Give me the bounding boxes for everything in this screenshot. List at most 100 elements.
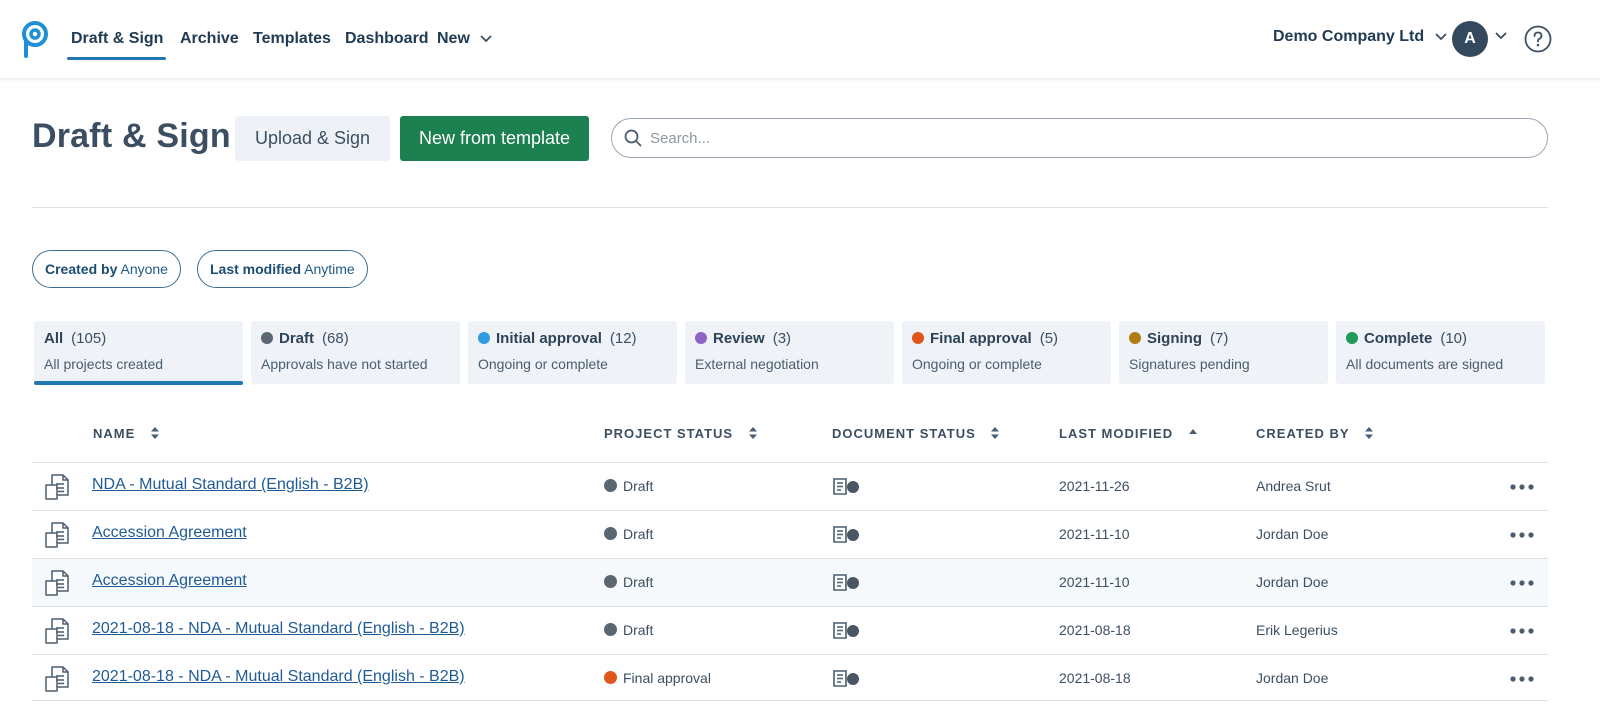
table-row[interactable]: NDA - Mutual Standard (English - B2B) Dr… [32,462,1548,510]
document-name-link[interactable]: Accession Agreement [92,572,247,590]
table-row[interactable]: Accession Agreement Draft 2021-11-10 Jor… [32,558,1548,606]
project-status-label: Draft [623,526,654,542]
column-header-project-status[interactable]: PROJECT STATUS [604,426,758,441]
sort-icon [1364,427,1373,439]
tab-label: Complete [1364,330,1433,347]
top-navigation-bar: Draft & Sign Archive Templates Dashboard… [0,0,1600,78]
column-header-last-modified[interactable]: LAST MODIFIED [1059,426,1198,441]
created-by-name: Jordan Doe [1256,574,1329,590]
document-name-link[interactable]: Accession Agreement [92,524,247,542]
filter-created-by-value: Anyone [120,261,168,277]
column-header-label: LAST MODIFIED [1059,426,1174,441]
sort-icon [150,427,159,439]
more-options-icon[interactable] [1508,667,1536,691]
project-status-label: Final approval [623,670,711,686]
document-status-icon [833,574,859,591]
nav-item-new[interactable]: New [437,28,493,50]
more-options-icon[interactable] [1508,475,1536,499]
column-header-label: CREATED BY [1256,426,1350,441]
status-dot [604,527,617,540]
table-row[interactable]: 2021-08-18 - NDA - Mutual Standard (Engl… [32,654,1548,702]
search-box [611,118,1548,158]
nav-active-indicator [67,57,166,60]
tab-subtitle: Ongoing or complete [912,356,1042,372]
tab-label: Review [713,330,765,347]
last-modified-date: 2021-11-26 [1059,478,1130,494]
document-icon [45,618,69,644]
more-options-icon[interactable] [1508,571,1536,595]
more-options-icon[interactable] [1508,523,1536,547]
status-dot [912,332,924,344]
document-name-link[interactable]: 2021-08-18 - NDA - Mutual Standard (Engl… [92,668,465,686]
document-name-link[interactable]: 2021-08-18 - NDA - Mutual Standard (Engl… [92,620,465,638]
last-modified-date: 2021-08-18 [1059,622,1131,638]
status-tab-draft[interactable]: Draft (68) Approvals have not started [251,321,460,384]
status-tab-complete[interactable]: Complete (10) All documents are signed [1336,321,1545,384]
status-tab-signing[interactable]: Signing (7) Signatures pending [1119,321,1328,384]
document-status-icon [833,670,859,687]
page-title: Draft & Sign [32,117,231,155]
document-icon [45,570,69,596]
tab-count: (7) [1210,330,1229,347]
nav-item-archive[interactable]: Archive [180,28,239,50]
document-status-icon [833,478,859,495]
tab-label: All [44,330,64,347]
tab-active-indicator [34,381,243,385]
document-name-link[interactable]: NDA - Mutual Standard (English - B2B) [92,476,369,494]
sort-ascending-icon [1188,429,1197,434]
tab-subtitle: Ongoing or complete [478,356,608,372]
tab-count: (3) [772,330,792,347]
filter-created-by[interactable]: Created by Anyone [32,250,181,288]
nav-new-label: New [437,30,470,47]
chevron-down-icon [1434,33,1447,41]
project-status: Draft [604,574,653,590]
upload-sign-button[interactable]: Upload & Sign [235,116,390,161]
nav-item-dashboard[interactable]: Dashboard [345,28,429,50]
more-options-icon[interactable] [1508,619,1536,643]
help-circle-icon[interactable] [1524,25,1552,53]
column-header-document-status[interactable]: DOCUMENT STATUS [832,426,1000,441]
tab-subtitle: All documents are signed [1346,356,1504,372]
table-row[interactable]: Accession Agreement Draft 2021-11-10 Jor… [32,510,1548,558]
new-from-template-button[interactable]: New from template [400,116,589,161]
project-status-label: Draft [623,478,654,494]
user-avatar[interactable]: A [1452,21,1488,57]
company-name: Demo Company Ltd [1273,28,1425,45]
filter-created-by-label: Created by [45,261,118,277]
document-status-icon [833,622,859,639]
document-status-icon [833,526,859,543]
chevron-down-icon[interactable] [1494,31,1508,41]
company-switcher[interactable]: Demo Company Ltd [1273,28,1448,46]
created-by-name: Jordan Doe [1256,526,1329,542]
table-row[interactable]: 2021-08-18 - NDA - Mutual Standard (Engl… [32,606,1548,654]
sort-icon [748,427,757,439]
status-dot [604,671,617,684]
tab-label: Initial approval [496,330,602,347]
status-tab-all[interactable]: All (105) All projects created [34,321,243,385]
document-icon [45,474,69,500]
status-dot [478,332,490,344]
status-tab-initial-approval[interactable]: Initial approval (12) Ongoing or complete [468,321,677,384]
created-by-name: Erik Legerius [1256,622,1338,638]
document-icon [45,666,69,692]
project-status-label: Draft [623,622,654,638]
nav-item-draft-sign[interactable]: Draft & Sign [71,28,163,50]
status-tab-final-approval[interactable]: Final approval (5) Ongoing or complete [902,321,1111,384]
nav-item-templates[interactable]: Templates [253,28,331,50]
filter-last-modified[interactable]: Last modified Anytime [197,250,368,288]
tab-subtitle: External negotiation [695,356,819,372]
project-status: Final approval [604,670,711,686]
column-header-label: NAME [93,426,136,441]
app-logo-icon[interactable] [20,20,52,58]
last-modified-date: 2021-08-18 [1059,670,1131,686]
project-status: Draft [604,478,653,494]
column-header-name[interactable]: NAME [93,426,160,441]
column-header-created-by[interactable]: CREATED BY [1256,426,1374,441]
column-header-label: DOCUMENT STATUS [832,426,976,441]
status-dot [1346,332,1358,344]
section-divider [32,207,1548,208]
status-tab-review[interactable]: Review (3) External negotiation [685,321,894,384]
status-dot [604,575,617,588]
search-input[interactable] [650,119,1530,157]
status-dot [604,623,617,636]
